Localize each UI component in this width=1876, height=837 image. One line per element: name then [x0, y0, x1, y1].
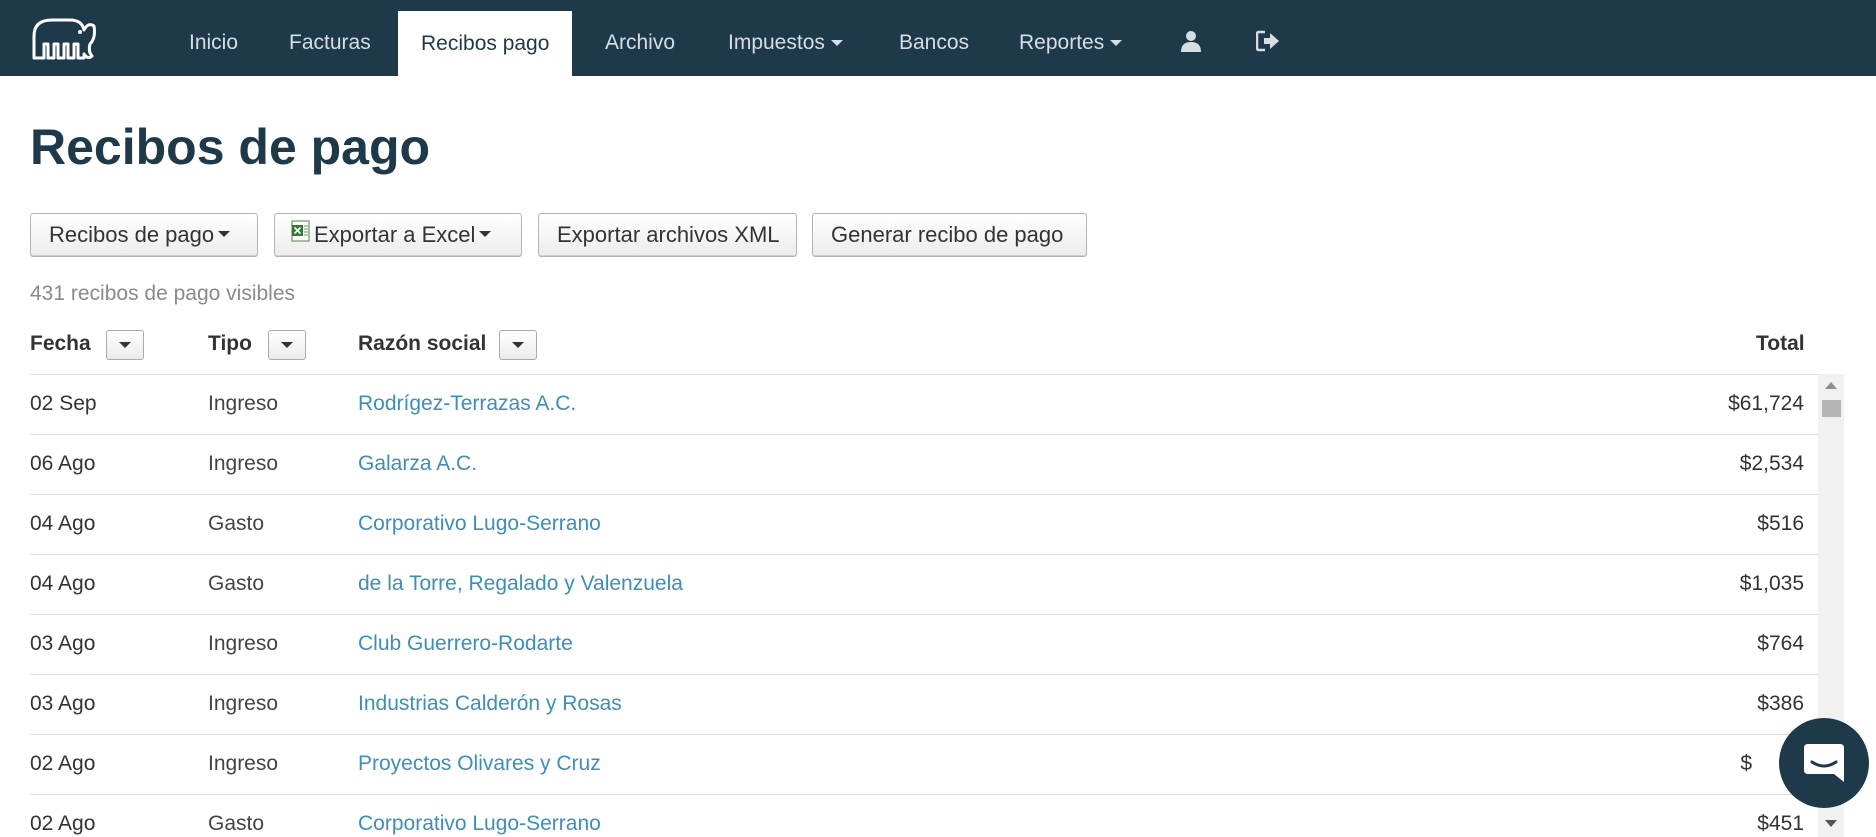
- nav-inicio[interactable]: Inicio: [185, 0, 242, 76]
- recibos-filter-dropdown[interactable]: Recibos de pago: [30, 213, 258, 257]
- elephant-logo-icon[interactable]: [30, 14, 98, 62]
- razon-social-link[interactable]: Industrias Calderón y Rosas: [358, 675, 622, 733]
- razon-social-link[interactable]: Club Guerrero-Rodarte: [358, 615, 573, 673]
- scrollbar-thumb[interactable]: [1822, 400, 1841, 417]
- visible-count: 431 recibos de pago visibles: [30, 282, 296, 305]
- chat-bubble-icon: [1804, 744, 1844, 782]
- caret-down-icon: [281, 342, 293, 348]
- caret-down-icon: [119, 342, 131, 348]
- cell-total: $451: [1757, 812, 1804, 835]
- nav-bancos[interactable]: Bancos: [895, 0, 973, 76]
- razon-social-link[interactable]: Corporativo Lugo-Serrano: [358, 795, 601, 837]
- cell-fecha: 03 Ago: [30, 632, 96, 655]
- nav-reportes-label: Reportes: [1019, 31, 1105, 54]
- table-row: 02 Sep Ingreso Rodrígez-Terrazas A.C. $6…: [30, 375, 1818, 435]
- column-header-fecha: Fecha: [30, 332, 91, 355]
- cell-total: $2,534: [1739, 452, 1804, 475]
- cell-fecha: 04 Ago: [30, 572, 96, 595]
- cell-tipo: Gasto: [208, 512, 265, 535]
- cell-tipo: Ingreso: [208, 632, 279, 655]
- razon-social-link[interactable]: Proyectos Olivares y Cruz: [358, 735, 601, 793]
- export-excel-label: Exportar a Excel: [314, 222, 476, 247]
- nav-impuestos-dropdown[interactable]: Impuestos: [724, 0, 847, 76]
- table-row: 02 Ago Ingreso Proyectos Olivares y Cruz…: [30, 735, 1818, 795]
- cell-fecha: 03 Ago: [30, 692, 96, 715]
- razon-social-link[interactable]: Galarza A.C.: [358, 435, 477, 493]
- nav-reportes-dropdown[interactable]: Reportes: [1015, 0, 1126, 76]
- generate-recibo-button[interactable]: Generar recibo de pago: [812, 213, 1087, 257]
- table-row: 04 Ago Gasto de la Torre, Regalado y Val…: [30, 555, 1818, 615]
- razon-filter-button[interactable]: [499, 330, 537, 360]
- table-row: 06 Ago Ingreso Galarza A.C. $2,534: [30, 435, 1818, 495]
- column-header-razon-social: Razón social: [358, 332, 487, 355]
- cell-tipo: Ingreso: [208, 692, 279, 715]
- cell-tipo: Gasto: [208, 812, 265, 835]
- nav-facturas[interactable]: Facturas: [285, 0, 375, 76]
- caret-down-icon: [479, 231, 492, 238]
- razon-social-link[interactable]: Corporativo Lugo-Serrano: [358, 495, 601, 553]
- table-row: 04 Ago Gasto Corporativo Lugo-Serrano $5…: [30, 495, 1818, 555]
- cell-fecha: 02 Ago: [30, 812, 96, 835]
- table-row: 02 Ago Gasto Corporativo Lugo-Serrano $4…: [30, 795, 1818, 837]
- scroll-up-arrow-icon[interactable]: [1825, 382, 1837, 389]
- cell-tipo: Gasto: [208, 572, 265, 595]
- nav-inicio-label: Inicio: [189, 31, 239, 54]
- cell-total: $764: [1757, 632, 1804, 655]
- caret-down-icon: [830, 40, 843, 47]
- tipo-filter-button[interactable]: [268, 330, 306, 360]
- user-icon[interactable]: [1180, 30, 1202, 52]
- cell-total: $1,035: [1739, 572, 1804, 595]
- caret-down-icon: [1110, 40, 1123, 47]
- nav-recibos-pago-label: Recibos pago: [421, 32, 550, 55]
- razon-social-link[interactable]: Rodrígez-Terrazas A.C.: [358, 375, 576, 433]
- page-title: Recibos de pago: [30, 119, 431, 175]
- table-row: 03 Ago Ingreso Club Guerrero-Rodarte $76…: [30, 615, 1818, 675]
- nav-bancos-label: Bancos: [899, 31, 970, 54]
- cell-fecha: 06 Ago: [30, 452, 96, 475]
- export-xml-button[interactable]: Exportar archivos XML: [538, 213, 797, 257]
- fecha-filter-button[interactable]: [106, 330, 144, 360]
- cell-total: $516: [1757, 512, 1804, 535]
- top-navbar: Inicio Facturas Recibos pago Archivo Imp…: [0, 0, 1876, 76]
- nav-archivo[interactable]: Archivo: [601, 0, 679, 76]
- column-header-tipo: Tipo: [208, 332, 252, 355]
- export-xml-label: Exportar archivos XML: [557, 222, 780, 247]
- column-header-total: Total: [1756, 332, 1805, 355]
- cell-total: $386: [1757, 692, 1804, 715]
- cell-tipo: Ingreso: [208, 392, 279, 415]
- nav-recibos-pago[interactable]: Recibos pago: [398, 11, 573, 76]
- cell-fecha: 02 Ago: [30, 752, 96, 775]
- cell-tipo: Ingreso: [208, 752, 279, 775]
- caret-down-icon: [218, 231, 231, 238]
- recibos-filter-label: Recibos de pago: [49, 222, 215, 247]
- cell-tipo: Ingreso: [208, 452, 279, 475]
- nav-archivo-label: Archivo: [605, 31, 676, 54]
- cell-fecha: 02 Sep: [30, 392, 97, 415]
- chat-launcher-button[interactable]: [1779, 718, 1869, 808]
- cell-fecha: 04 Ago: [30, 512, 96, 535]
- nav-facturas-label: Facturas: [289, 31, 371, 54]
- export-excel-dropdown[interactable]: Exportar a Excel: [274, 213, 522, 257]
- excel-file-icon: [291, 220, 310, 242]
- generate-recibo-label: Generar recibo de pago: [831, 222, 1064, 247]
- scroll-down-arrow-icon[interactable]: [1825, 820, 1837, 827]
- razon-social-link[interactable]: de la Torre, Regalado y Valenzuela: [358, 555, 683, 613]
- cell-total: $61,724: [1728, 392, 1804, 415]
- caret-down-icon: [512, 342, 524, 348]
- recibos-table-body: 02 Sep Ingreso Rodrígez-Terrazas A.C. $6…: [30, 374, 1818, 837]
- sign-out-icon[interactable]: [1256, 30, 1280, 52]
- nav-impuestos-label: Impuestos: [728, 31, 825, 54]
- cell-total: $: [1740, 752, 1752, 775]
- table-row: 03 Ago Ingreso Industrias Calderón y Ros…: [30, 675, 1818, 735]
